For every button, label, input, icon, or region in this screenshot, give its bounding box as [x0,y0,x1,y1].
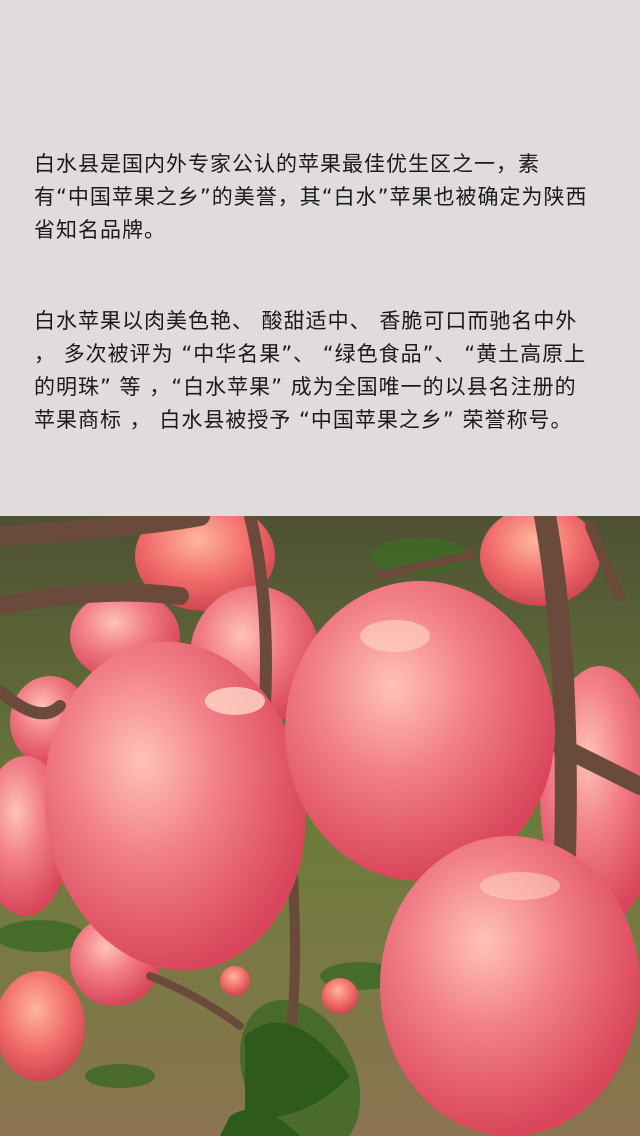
apples-illustration [0,516,640,1136]
description-paragraph: 白水苹果以肉美色艳、 酸甜适中、 香脆可口而驰名中外 ， 多次被评为 “中华名果… [34,309,587,432]
text-panel: 白水县是国内外专家公认的苹果最佳优生区之一，素有“中国苹果之乡”的美誉，其“白水… [0,0,640,516]
apples-photo [0,516,640,1136]
intro-paragraph: 白水县是国内外专家公认的苹果最佳优生区之一，素有“中国苹果之乡”的美誉，其“白水… [34,152,588,242]
